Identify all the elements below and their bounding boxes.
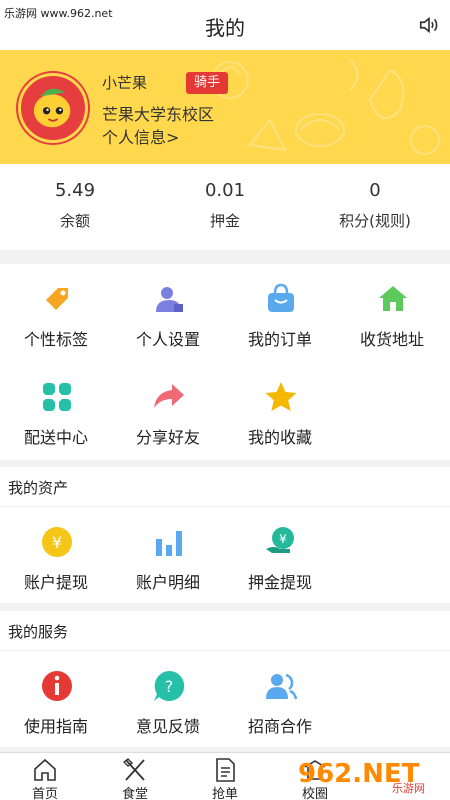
stat-label: 押金 [209, 212, 240, 230]
assets-section-header: 我的资产 [0, 467, 450, 507]
stat-points[interactable]: 0 积分(规则) [300, 164, 450, 250]
feedback-icon: ? [154, 670, 185, 701]
food-pattern-decoration [211, 59, 440, 155]
service-feedback[interactable]: ? 意见反馈 [112, 651, 224, 749]
svg-text:?: ? [165, 677, 174, 696]
asset-label: 账户明细 [135, 573, 200, 592]
menu-label: 配送中心 [23, 428, 88, 447]
service-guide[interactable]: 使用指南 [0, 651, 112, 749]
shopping-bag-icon [268, 283, 294, 312]
menu-tags[interactable]: 个性标签 [0, 264, 112, 362]
asset-withdraw[interactable]: ¥ 账户提现 [0, 507, 112, 605]
assets-grid: ¥ 账户提现 账户明细 ¥ 押金提现 [0, 507, 450, 603]
menu-favorites[interactable]: 我的收藏 [224, 362, 336, 460]
menu-orders[interactable]: 我的订单 [224, 264, 336, 362]
menu-delivery[interactable]: 配送中心 [0, 362, 112, 460]
stat-value: 0 [369, 180, 381, 201]
info-icon [42, 671, 72, 701]
username: 小芒果 [102, 74, 148, 92]
share-arrow-icon [154, 384, 184, 408]
menu-share[interactable]: 分享好友 [112, 362, 224, 460]
menu-label: 收货地址 [359, 330, 424, 349]
watermark-site: 乐游网 www.962.net [4, 7, 113, 20]
home-outline-icon [34, 758, 56, 781]
section-title: 我的资产 [8, 479, 69, 497]
services-grid: 使用指南 ? 意见反馈 招商合作 [0, 651, 450, 747]
tab-label: 食堂 [121, 787, 148, 800]
stat-balance[interactable]: 5.49 余额 [0, 164, 150, 250]
asset-label: 账户提现 [23, 573, 88, 592]
speaker-icon[interactable] [418, 14, 440, 36]
watermark-bar: 乐游网 www.962.net [0, 0, 130, 24]
svg-text:¥: ¥ [279, 532, 287, 546]
stat-value: 5.49 [54, 180, 96, 201]
mango-mascot-icon [33, 88, 71, 128]
tab-canteen[interactable]: 食堂 [90, 753, 180, 800]
role-badge: 骑手 [186, 72, 228, 94]
menu-label: 我的订单 [247, 330, 312, 349]
watermark-logo: 962.NET 乐游网 [298, 759, 425, 794]
menu-address[interactable]: 收货地址 [336, 264, 448, 362]
profile-card[interactable]: 小芒果 骑手 芒果大学东校区 个人信息> [0, 50, 450, 164]
service-label: 使用指南 [23, 717, 88, 736]
section-title: 我的服务 [8, 623, 69, 641]
menu-label: 分享好友 [135, 428, 200, 447]
home-icon [379, 286, 407, 311]
school-name: 芒果大学东校区 [102, 105, 215, 124]
user-settings-icon [156, 287, 183, 312]
menu-label: 个性标签 [23, 330, 88, 349]
asset-deposit-withdraw[interactable]: ¥ 押金提现 [224, 507, 336, 605]
avatar[interactable] [18, 73, 88, 143]
service-partner[interactable]: 招商合作 [224, 651, 336, 749]
asset-label: 押金提现 [247, 573, 312, 592]
stat-deposit[interactable]: 0.01 押金 [150, 164, 300, 250]
tab-label: 首页 [31, 787, 58, 800]
delivery-center-icon [43, 383, 71, 411]
service-label: 意见反馈 [135, 717, 200, 736]
services-section-header: 我的服务 [0, 611, 450, 651]
service-label: 招商合作 [247, 717, 312, 736]
tag-icon [46, 288, 68, 310]
svg-text:¥: ¥ [52, 533, 62, 552]
bar-chart-icon [156, 531, 182, 556]
stat-value: 0.01 [204, 180, 246, 201]
menu-label: 个人设置 [135, 330, 200, 349]
asset-details[interactable]: 账户明细 [112, 507, 224, 605]
stat-label: 余额 [59, 212, 90, 230]
yuan-coin-icon: ¥ [42, 527, 72, 557]
fork-knife-icon [122, 758, 145, 781]
deposit-hand-icon: ¥ [266, 527, 294, 553]
personal-info-link[interactable]: 个人信息> [102, 124, 179, 148]
menu-settings[interactable]: 个人设置 [112, 264, 224, 362]
tab-home[interactable]: 首页 [0, 753, 90, 800]
feature-grid: 个性标签 个人设置 我的订单 收货地址 配送中心 分享好友 我的收藏 [0, 264, 450, 460]
menu-label: 我的收藏 [247, 428, 312, 447]
account-stats: 5.49 余额 0.01 押金 0 积分(规则) [0, 164, 450, 250]
tab-label: 抢单 [211, 787, 238, 800]
star-icon [265, 382, 297, 411]
partner-icon [266, 673, 298, 700]
stat-label: 积分(规则) [339, 212, 411, 230]
watermark-logo-sub: 乐游网 [392, 782, 425, 794]
order-doc-icon [216, 758, 235, 782]
tab-grab-order[interactable]: 抢单 [180, 753, 270, 800]
